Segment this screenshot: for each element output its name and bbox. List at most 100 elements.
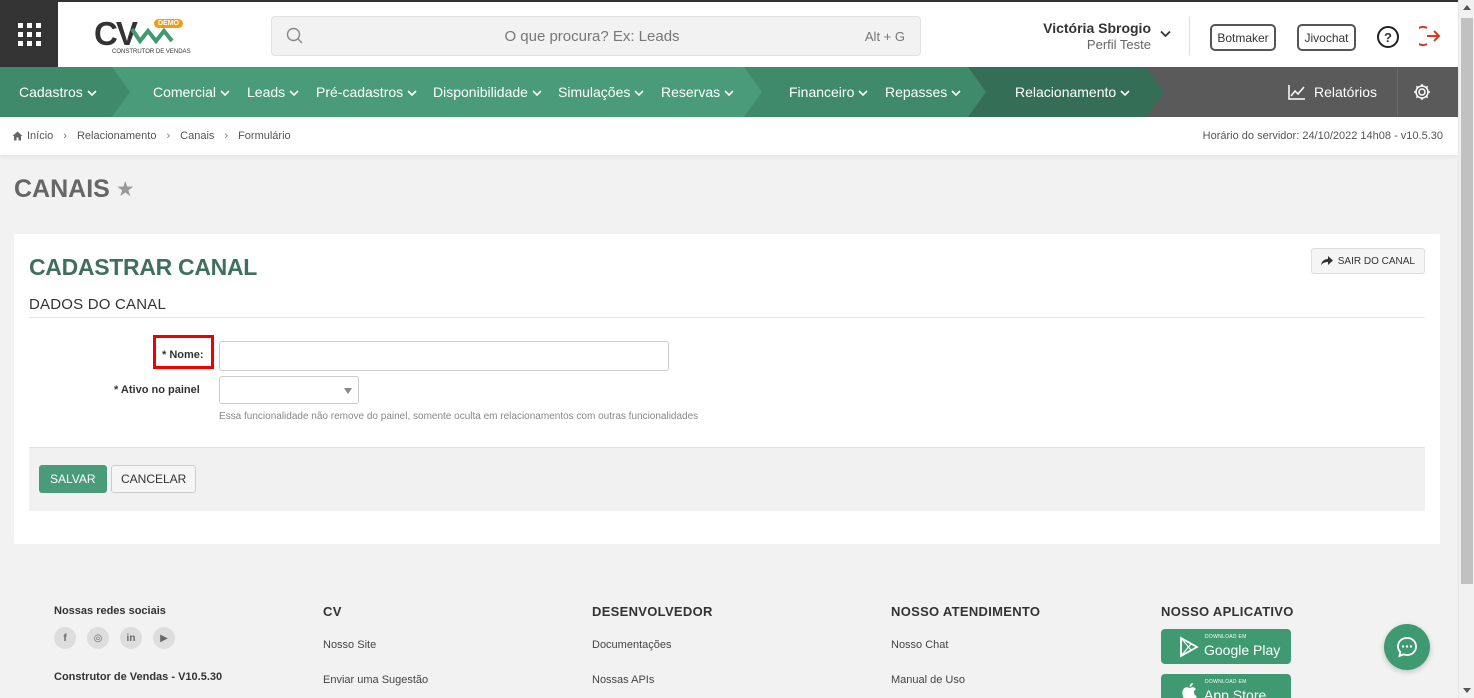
breadcrumb-relacionamento[interactable]: Relacionamento	[77, 130, 157, 142]
header-divider	[1189, 17, 1190, 55]
footer-link-docs[interactable]: Documentações	[592, 639, 672, 651]
youtube-icon[interactable]: ▶	[153, 627, 175, 649]
page-title-text: CANAIS	[14, 175, 110, 203]
instagram-icon[interactable]: ◎	[87, 627, 109, 649]
nav-financeiro[interactable]: Financeiro	[789, 67, 868, 117]
footer-app-title: NOSSO APLICATIVO	[1161, 604, 1294, 619]
footer-support: NOSSO ATENDIMENTO	[891, 590, 1040, 619]
breadcrumb-canais[interactable]: Canais	[180, 130, 214, 142]
chevron-down-icon	[1160, 30, 1171, 38]
play-store-icon	[1180, 635, 1199, 658]
social-links: f ◎ in ▶	[54, 627, 186, 649]
apple-icon	[1182, 682, 1197, 698]
page-scrollbar[interactable]	[1458, 0, 1474, 698]
nav-comercial[interactable]: Comercial	[153, 67, 230, 117]
chart-line-icon	[1288, 85, 1305, 100]
form-card: CADASTRAR CANAL SAIR DO CANAL DADOS DO C…	[14, 234, 1440, 544]
search-bar[interactable]: Alt + G	[271, 16, 921, 56]
exit-label: SAIR DO CANAL	[1337, 255, 1415, 267]
footer-link-chat[interactable]: Nosso Chat	[891, 639, 948, 651]
footer-link-manual[interactable]: Manual de Uso	[891, 674, 965, 686]
nav-pre-cadastros[interactable]: Pré-cadastros	[316, 67, 417, 117]
chevron-down-icon	[1120, 90, 1130, 96]
home-icon	[12, 131, 23, 141]
logout-button[interactable]	[1412, 25, 1441, 52]
chat-button[interactable]	[1384, 624, 1430, 670]
gear-icon	[1413, 84, 1430, 100]
chevron-down-icon	[724, 90, 734, 96]
breadcrumb-separator: ›	[224, 130, 229, 142]
footer-app: NOSSO APLICATIVO	[1161, 590, 1294, 619]
page-title: CANAIS ★	[14, 175, 135, 204]
cancel-button[interactable]: CANCELAR	[111, 465, 197, 493]
nav-simulacoes[interactable]: Simulações	[558, 67, 644, 117]
chevron-down-icon	[951, 90, 961, 96]
settings-button[interactable]	[1397, 67, 1445, 117]
nav-relatorios[interactable]: Relatórios	[1288, 67, 1377, 117]
google-play-button[interactable]: DOWNLOAD EM Google Play	[1161, 629, 1291, 664]
nav-disponibilidade[interactable]: Disponibilidade	[433, 67, 542, 117]
search-shortcut: Alt + G	[864, 29, 905, 44]
linkedin-icon[interactable]: in	[120, 627, 142, 649]
footer-version: Construtor de Vendas - V10.5.30	[54, 671, 223, 683]
name-input[interactable]	[219, 341, 669, 371]
breadcrumb: Início › Relacionamento › Canais › Formu…	[12, 130, 291, 142]
scroll-thumb[interactable]	[1461, 18, 1473, 584]
footer-cv-title: CV	[323, 604, 342, 619]
footer: Nossas redes sociais f ◎ in ▶ Construtor…	[0, 590, 1458, 698]
nav-leads[interactable]: Leads	[247, 67, 299, 117]
nav-label: Simulações	[558, 84, 631, 100]
main-nav: Cadastros Comercial Leads Pré-cadastros …	[0, 67, 1458, 117]
footer-link-sugestao[interactable]: Enviar uma Sugestão	[323, 674, 428, 686]
share-arrow-icon	[1320, 256, 1333, 266]
apps-menu-button[interactable]	[0, 2, 58, 67]
exit-canal-button[interactable]: SAIR DO CANAL	[1310, 248, 1425, 274]
user-name: Victória Sbrogio	[1043, 20, 1151, 36]
facebook-icon[interactable]: f	[54, 627, 76, 649]
nav-cadastros[interactable]: Cadastros	[19, 67, 97, 117]
chevron-down-icon	[634, 90, 644, 96]
demo-badge: DEMO	[154, 19, 183, 28]
favorite-star-icon[interactable]: ★	[116, 177, 135, 202]
chevron-down-icon	[289, 90, 299, 96]
search-input[interactable]	[312, 23, 872, 49]
breadcrumb-bar: Início › Relacionamento › Canais › Formu…	[0, 117, 1458, 155]
store-small-label: DOWNLOAD EM	[1205, 679, 1247, 685]
nav-label: Pré-cadastros	[316, 84, 404, 100]
footer-dev: DESENVOLVEDOR	[592, 590, 713, 619]
botmaker-button[interactable]: Botmaker	[1210, 24, 1276, 51]
footer-social: Nossas redes sociais	[54, 590, 166, 617]
help-button[interactable]: ?	[1377, 26, 1399, 48]
nav-reservas[interactable]: Reservas	[661, 67, 734, 117]
save-button[interactable]: SALVAR	[39, 465, 107, 493]
footer-support-title: NOSSO ATENDIMENTO	[891, 604, 1041, 619]
user-menu[interactable]: Victória Sbrogio Perfil Teste	[1030, 20, 1175, 54]
user-profile: Perfil Teste	[1086, 37, 1151, 52]
jivochat-button[interactable]: Jivochat	[1297, 24, 1356, 51]
app-store-button[interactable]: DOWNLOAD EM App Store	[1161, 674, 1291, 698]
active-select[interactable]	[219, 376, 359, 404]
breadcrumb-inicio[interactable]: Início	[27, 130, 53, 142]
breadcrumb-separator: ›	[166, 130, 171, 142]
nav-label: Relatórios	[1314, 84, 1378, 100]
chevron-down-icon	[87, 90, 97, 96]
top-header: CV DEMO CONSTRUTOR DE VENDAS Alt + G Vic…	[0, 0, 1458, 67]
footer-dev-title: DESENVOLVEDOR	[592, 604, 713, 619]
breadcrumb-formulario: Formulário	[238, 130, 291, 142]
footer-link-site[interactable]: Nosso Site	[323, 639, 376, 651]
section-title: DADOS DO CANAL	[29, 296, 166, 313]
name-label: * Nome:	[162, 349, 204, 361]
nav-relacionamento[interactable]: Relacionamento	[1015, 67, 1130, 117]
nav-label: Financeiro	[789, 84, 855, 100]
scroll-up-icon[interactable]	[1463, 5, 1471, 10]
nav-label: Disponibilidade	[433, 84, 528, 100]
section-divider	[29, 317, 1425, 318]
footer-link-apis[interactable]: Nossas APIs	[592, 674, 654, 686]
store-big-label: App Store	[1204, 687, 1267, 698]
active-label: * Ativo no painel	[114, 384, 200, 396]
nav-label: Relacionamento	[1015, 84, 1117, 100]
scroll-down-icon[interactable]	[1463, 688, 1471, 693]
logo[interactable]: CV DEMO CONSTRUTOR DE VENDAS	[90, 15, 191, 57]
nav-repasses[interactable]: Repasses	[885, 67, 961, 117]
caret-down-icon	[344, 388, 352, 394]
